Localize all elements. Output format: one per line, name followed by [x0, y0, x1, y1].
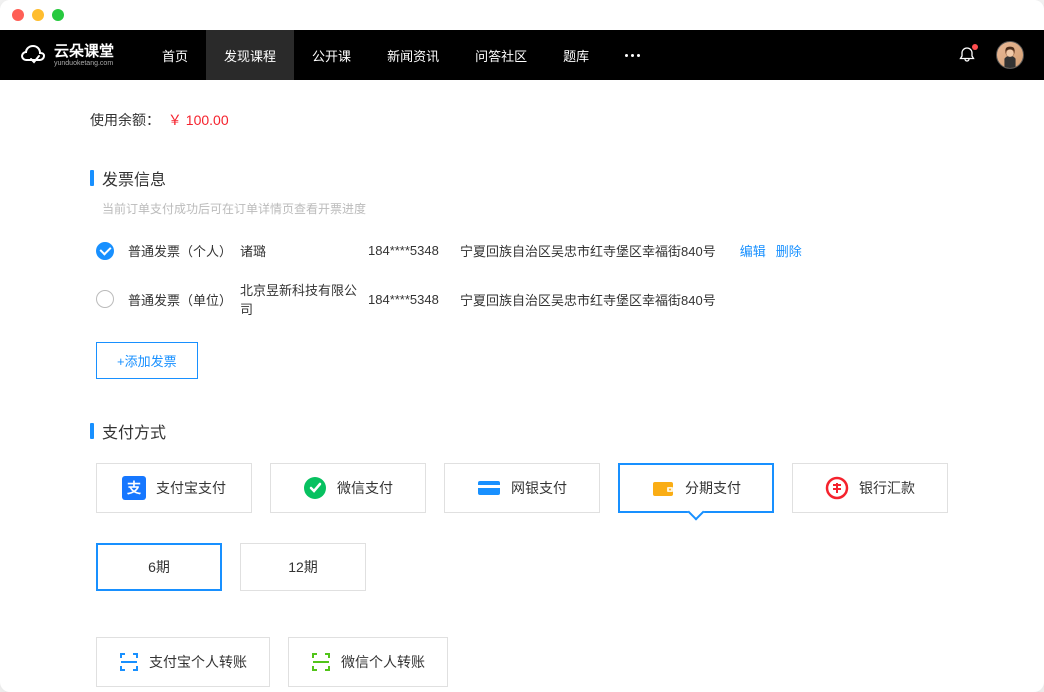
- pay-bank[interactable]: 网银支付: [444, 463, 600, 513]
- nav-community[interactable]: 问答社区: [457, 30, 545, 80]
- pay-alipay[interactable]: 支 支付宝支付: [96, 463, 252, 513]
- bank-icon: [477, 476, 501, 500]
- nav-public[interactable]: 公开课: [294, 30, 369, 80]
- invoice-name: 北京昱新科技有限公司: [240, 280, 368, 318]
- top-nav: 云朵课堂 yunduoketang.com 首页 发现课程 公开课 新闻资讯 问…: [0, 30, 1044, 80]
- invoice-address: 宁夏回族自治区吴忠市红寺堡区幸福街840号: [460, 241, 716, 260]
- pay-label: 银行汇款: [859, 478, 915, 498]
- balance-label: 使用余额：: [90, 112, 160, 128]
- period-12[interactable]: 12期: [240, 543, 366, 591]
- close-window-button[interactable]: [12, 9, 24, 21]
- balance-row: 使用余额： ￥ 100.00: [90, 110, 954, 130]
- scan-icon: [119, 652, 139, 672]
- cloud-logo-icon: [20, 41, 48, 69]
- nav-bank[interactable]: 题库: [545, 30, 607, 80]
- delete-link[interactable]: 删除: [776, 241, 802, 260]
- titlebar: [0, 0, 1044, 30]
- minimize-window-button[interactable]: [32, 9, 44, 21]
- period-options: 6期 12期: [96, 543, 954, 591]
- app-window: 云朵课堂 yunduoketang.com 首页 发现课程 公开课 新闻资讯 问…: [0, 0, 1044, 692]
- invoice-phone: 184****5348: [368, 243, 460, 258]
- nav-more-icon[interactable]: [607, 30, 658, 80]
- pay-label: 网银支付: [511, 478, 567, 498]
- invoice-list: 普通发票（个人） 诸璐 184****5348 宁夏回族自治区吴忠市红寺堡区幸福…: [96, 241, 954, 318]
- scan-icon: [311, 652, 331, 672]
- transfer-options: 支付宝个人转账 微信个人转账: [96, 637, 954, 687]
- add-invoice-button[interactable]: +添加发票: [96, 342, 198, 379]
- transfer-label: 支付宝个人转账: [149, 652, 247, 672]
- invoice-row: 普通发票（单位） 北京昱新科技有限公司 184****5348 宁夏回族自治区吴…: [96, 280, 954, 318]
- payment-options: 支 支付宝支付 微信支付 网银支付: [96, 463, 954, 513]
- bank-transfer-icon: [825, 476, 849, 500]
- logo[interactable]: 云朵课堂 yunduoketang.com: [20, 41, 114, 69]
- alipay-icon: 支: [122, 476, 146, 500]
- notification-dot: [972, 44, 978, 50]
- pay-label: 微信支付: [337, 478, 393, 498]
- invoice-address: 宁夏回族自治区吴忠市红寺堡区幸福街840号: [460, 290, 716, 309]
- pay-label: 分期支付: [685, 478, 741, 498]
- transfer-label: 微信个人转账: [341, 652, 425, 672]
- main-content: 使用余额： ￥ 100.00 发票信息 当前订单支付成功后可在订单详情页查看开票…: [0, 80, 1044, 692]
- invoice-section-subtitle: 当前订单支付成功后可在订单详情页查看开票进度: [102, 200, 954, 217]
- wechat-transfer[interactable]: 微信个人转账: [288, 637, 448, 687]
- invoice-phone: 184****5348: [368, 292, 460, 307]
- invoice-radio[interactable]: [96, 290, 114, 308]
- invoice-row: 普通发票（个人） 诸璐 184****5348 宁夏回族自治区吴忠市红寺堡区幸福…: [96, 241, 954, 260]
- nav-items: 首页 发现课程 公开课 新闻资讯 问答社区 题库: [144, 30, 658, 80]
- payment-section: 支付方式 支 支付宝支付 微信支付: [90, 419, 954, 687]
- wechat-icon: [303, 476, 327, 500]
- invoice-radio[interactable]: [96, 242, 114, 260]
- avatar[interactable]: [996, 41, 1024, 69]
- invoice-section-title: 发票信息: [90, 166, 954, 190]
- nav-home[interactable]: 首页: [144, 30, 206, 80]
- nav-right: [958, 41, 1024, 69]
- pay-installment[interactable]: 分期支付: [618, 463, 774, 513]
- invoice-name: 诸璐: [240, 241, 368, 260]
- pay-label: 支付宝支付: [156, 478, 226, 498]
- logo-text: 云朵课堂: [54, 44, 114, 59]
- balance-amount: ￥ 100.00: [168, 112, 229, 128]
- bell-icon[interactable]: [958, 46, 976, 64]
- invoice-actions: 编辑 删除: [740, 241, 802, 260]
- wallet-icon: [651, 476, 675, 500]
- nav-news[interactable]: 新闻资讯: [369, 30, 457, 80]
- edit-link[interactable]: 编辑: [740, 241, 766, 260]
- alipay-transfer[interactable]: 支付宝个人转账: [96, 637, 270, 687]
- pay-transfer[interactable]: 银行汇款: [792, 463, 948, 513]
- payment-section-title: 支付方式: [90, 419, 954, 443]
- invoice-type: 普通发票（个人）: [128, 241, 240, 260]
- pay-wechat[interactable]: 微信支付: [270, 463, 426, 513]
- invoice-type: 普通发票（单位）: [128, 290, 240, 309]
- svg-text:支: 支: [126, 480, 142, 496]
- maximize-window-button[interactable]: [52, 9, 64, 21]
- logo-subtext: yunduoketang.com: [54, 60, 114, 67]
- period-6[interactable]: 6期: [96, 543, 222, 591]
- nav-courses[interactable]: 发现课程: [206, 30, 294, 80]
